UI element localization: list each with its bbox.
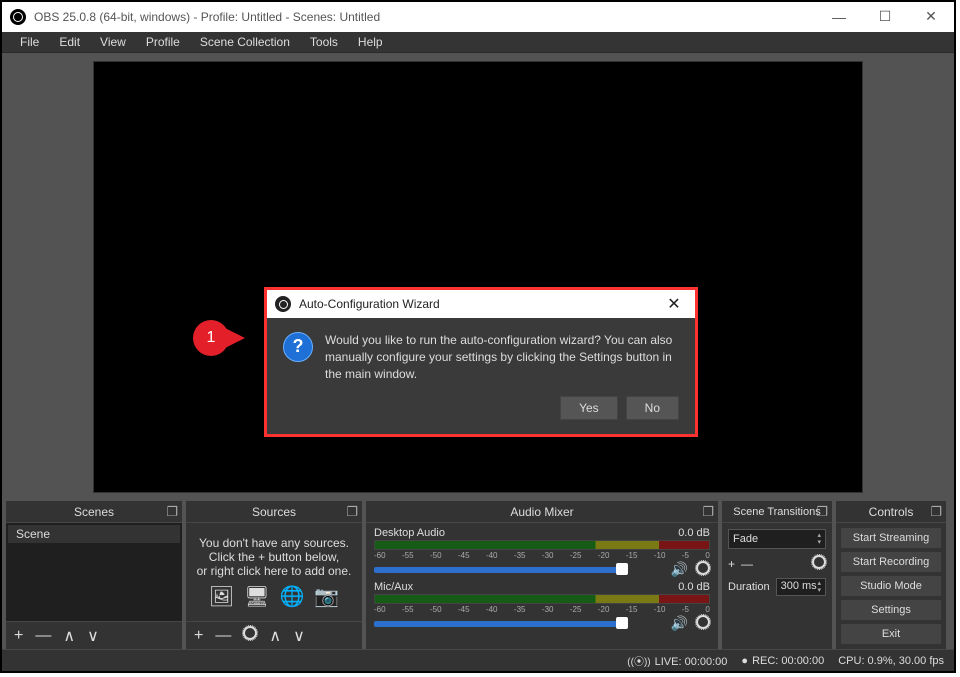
studio-mode-button[interactable]: Studio Mode (840, 575, 942, 597)
scene-down-button[interactable]: ∨ (87, 626, 99, 646)
annotation-callout: 1 (193, 320, 247, 356)
dialog-title: Auto-Configuration Wizard (299, 297, 440, 311)
rec-status: REC: 00:00:00 (741, 655, 824, 667)
scene-item[interactable]: Scene (8, 525, 180, 543)
browser-source-icon: 🌐 (279, 584, 304, 609)
dialog-titlebar: Auto-Configuration Wizard ✕ (267, 290, 695, 318)
controls-popout-icon[interactable]: ❐ (930, 504, 942, 520)
controls-header: Controls ❐ (836, 501, 946, 523)
window-titlebar: OBS 25.0.8 (64-bit, windows) - Profile: … (2, 2, 954, 32)
dialog-message: Would you like to run the auto-configura… (325, 332, 679, 382)
add-scene-button[interactable]: + (14, 627, 23, 645)
source-settings-button[interactable] (243, 626, 257, 645)
duration-label: Duration (728, 581, 770, 593)
transitions-popout-icon[interactable]: ❐ (816, 504, 828, 520)
live-status: LIVE: 00:00:00 (627, 653, 727, 668)
channel-name: Mic/Aux (374, 581, 413, 593)
menu-scene-collection[interactable]: Scene Collection (190, 33, 300, 51)
annotation-number: 1 (193, 320, 229, 356)
mixer-channel: Mic/Aux 0.0 dB -60-55-50-45-40-35-30-25-… (374, 581, 710, 632)
cpu-status: CPU: 0.9%, 30.00 fps (838, 655, 944, 667)
menu-help[interactable]: Help (348, 33, 393, 51)
volume-meter (374, 594, 710, 604)
add-transition-button[interactable]: + (728, 557, 735, 571)
close-button[interactable]: ✕ (908, 2, 954, 32)
sources-popout-icon[interactable]: ❐ (346, 504, 358, 520)
menu-file[interactable]: File (10, 33, 49, 51)
remove-transition-button[interactable]: — (741, 557, 753, 571)
add-source-button[interactable]: + (194, 627, 203, 645)
image-source-icon: 🖼 (209, 584, 234, 609)
menu-view[interactable]: View (90, 33, 136, 51)
menu-bar: File Edit View Profile Scene Collection … (2, 32, 954, 54)
status-bar: LIVE: 00:00:00 REC: 00:00:00 CPU: 0.9%, … (2, 649, 954, 671)
scenes-dock: Scenes ❐ Scene + — ∧ ∨ (6, 501, 182, 649)
no-button[interactable]: No (626, 396, 679, 420)
volume-slider[interactable] (374, 567, 623, 573)
auto-config-dialog: Auto-Configuration Wizard ✕ ? Would you … (264, 287, 698, 437)
start-streaming-button[interactable]: Start Streaming (840, 527, 942, 549)
minimize-button[interactable]: — (816, 2, 862, 32)
remove-source-button[interactable]: — (215, 627, 231, 645)
menu-profile[interactable]: Profile (136, 33, 190, 51)
transition-select[interactable]: Fade ▴▾ (728, 529, 826, 549)
mixer-channel: Desktop Audio 0.0 dB -60-55-50-45-40-35-… (374, 527, 710, 578)
channel-settings-icon[interactable] (696, 561, 710, 578)
mixer-popout-icon[interactable]: ❐ (702, 504, 714, 520)
source-up-button[interactable]: ∧ (269, 626, 281, 646)
menu-tools[interactable]: Tools (300, 33, 348, 51)
sources-header: Sources ❐ (186, 501, 362, 523)
scene-up-button[interactable]: ∧ (63, 626, 75, 646)
volume-slider[interactable] (374, 621, 623, 627)
channel-settings-icon[interactable] (696, 615, 710, 632)
bottom-docks: Scenes ❐ Scene + — ∧ ∨ Sources ❐ You don… (2, 501, 954, 649)
camera-source-icon: 📷 (314, 584, 339, 609)
speaker-icon[interactable] (671, 615, 688, 632)
channel-name: Desktop Audio (374, 527, 445, 539)
transition-settings-icon[interactable] (812, 555, 826, 572)
sources-empty[interactable]: You don't have any sources. Click the + … (186, 523, 362, 621)
controls-dock: Controls ❐ Start Streaming Start Recordi… (836, 501, 946, 649)
scenes-list[interactable]: Scene (6, 523, 182, 621)
question-icon: ? (283, 332, 313, 362)
exit-button[interactable]: Exit (840, 623, 942, 645)
scenes-header: Scenes ❐ (6, 501, 182, 523)
duration-spinner[interactable]: 300 ms ▴▾ (776, 578, 826, 596)
maximize-button[interactable]: ☐ (862, 2, 908, 32)
source-down-button[interactable]: ∨ (293, 626, 305, 646)
obs-logo-icon (10, 9, 26, 25)
start-recording-button[interactable]: Start Recording (840, 551, 942, 573)
scenes-popout-icon[interactable]: ❐ (166, 504, 178, 520)
spinner-arrows-icon: ▴▾ (817, 580, 821, 594)
sources-dock: Sources ❐ You don't have any sources. Cl… (186, 501, 362, 649)
settings-button[interactable]: Settings (840, 599, 942, 621)
audio-mixer-dock: Audio Mixer ❐ Desktop Audio 0.0 dB -60-5… (366, 501, 718, 649)
channel-level: 0.0 dB (678, 527, 710, 539)
menu-edit[interactable]: Edit (49, 33, 90, 51)
volume-meter (374, 540, 710, 550)
dialog-close-button[interactable]: ✕ (653, 290, 695, 318)
remove-scene-button[interactable]: — (35, 627, 51, 645)
transitions-dock: Scene Transitions ❐ Fade ▴▾ + — Duration… (722, 501, 832, 649)
combo-arrows-icon: ▴▾ (817, 532, 821, 546)
meter-ticks: -60-55-50-45-40-35-30-25-20-15-10-50 (374, 551, 710, 560)
scenes-toolbar: + — ∧ ∨ (6, 621, 182, 649)
channel-level: 0.0 dB (678, 581, 710, 593)
mixer-header: Audio Mixer ❐ (366, 501, 718, 523)
yes-button[interactable]: Yes (560, 396, 618, 420)
display-source-icon: 🖥 (244, 584, 269, 609)
transitions-header: Scene Transitions ❐ (722, 501, 832, 523)
sources-toolbar: + — ∧ ∨ (186, 621, 362, 649)
obs-logo-icon (275, 296, 291, 312)
meter-ticks: -60-55-50-45-40-35-30-25-20-15-10-50 (374, 605, 710, 614)
window-title: OBS 25.0.8 (64-bit, windows) - Profile: … (34, 10, 816, 24)
speaker-icon[interactable] (671, 561, 688, 578)
